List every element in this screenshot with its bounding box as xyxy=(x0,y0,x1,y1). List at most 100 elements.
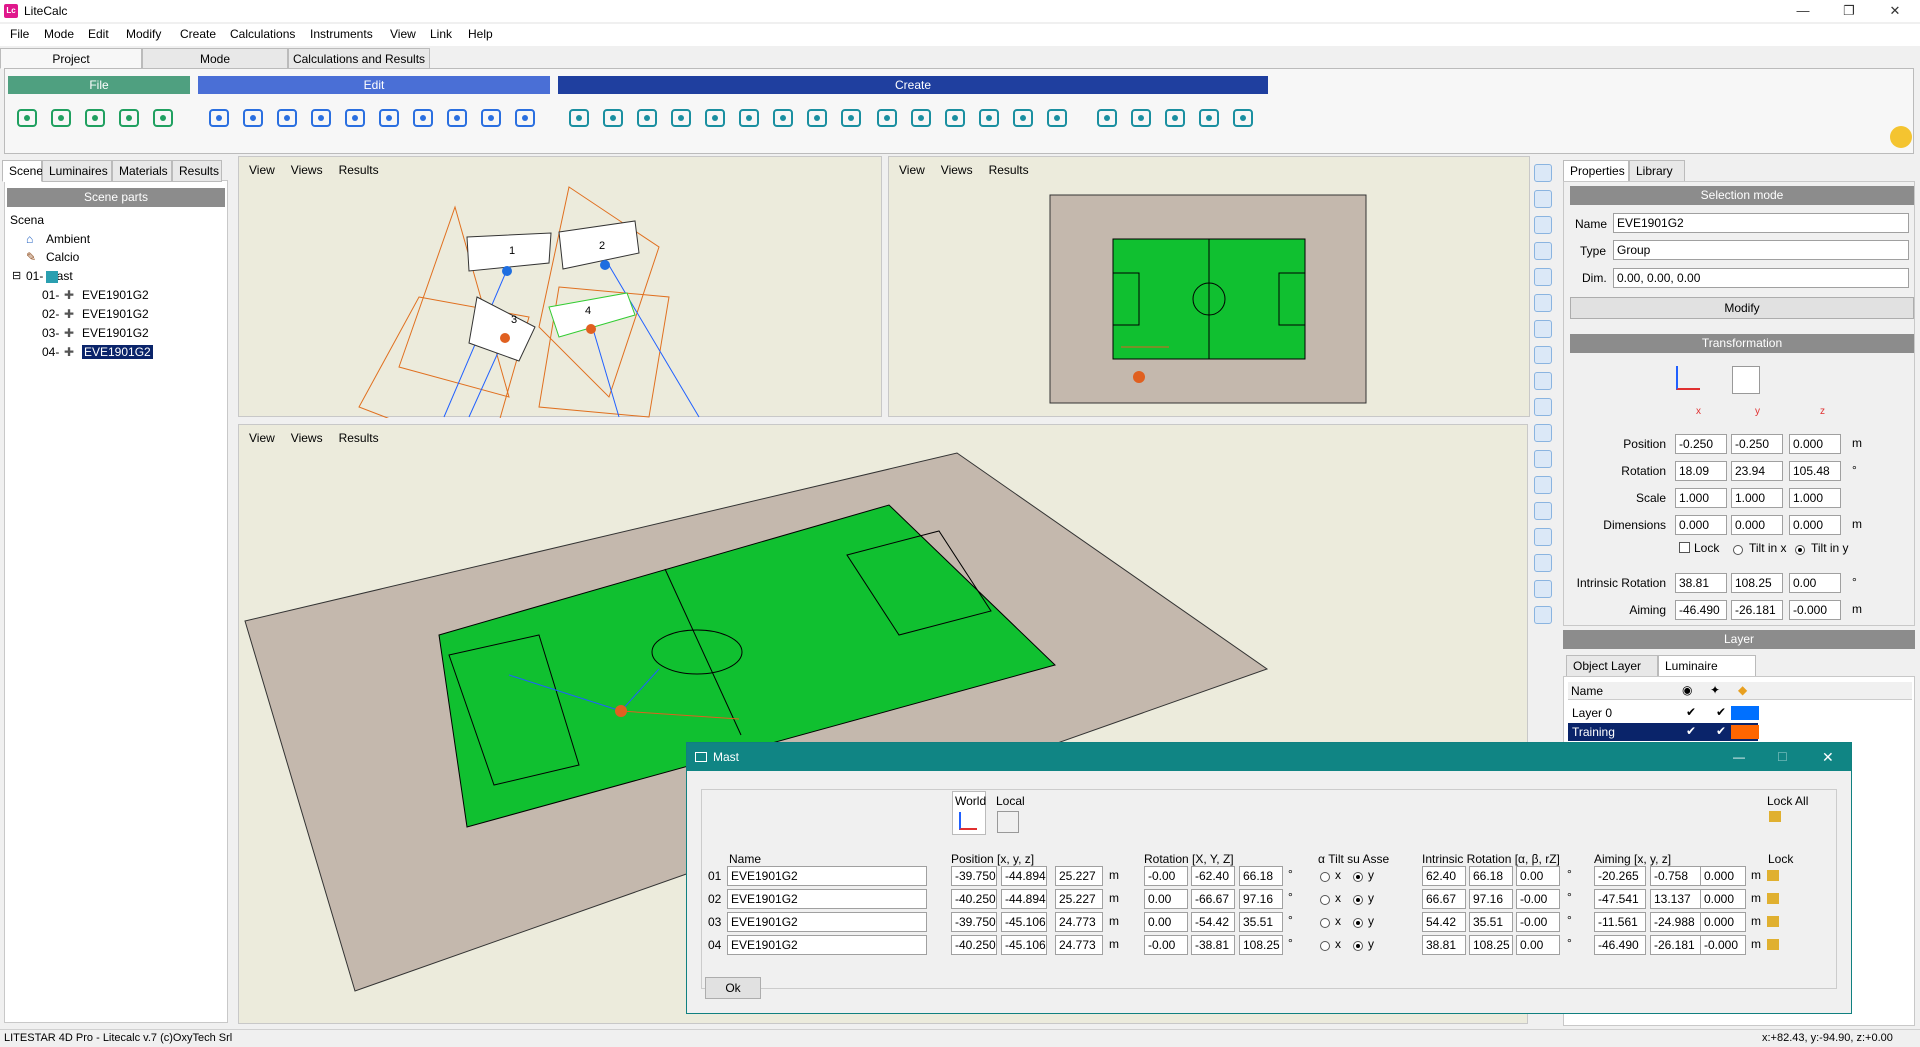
position-x-field[interactable]: -0.250 xyxy=(1675,434,1727,454)
row-aiming-x[interactable]: -46.490 xyxy=(1594,935,1646,955)
local-axes-icon[interactable] xyxy=(1732,366,1760,394)
print-icon[interactable] xyxy=(114,103,144,133)
open-folder-icon[interactable] xyxy=(46,103,76,133)
row-aiming-z[interactable]: -0.000 xyxy=(1700,935,1746,955)
view-tool-icon[interactable] xyxy=(1534,190,1552,208)
dimensions-x-field[interactable]: 0.000 xyxy=(1675,515,1727,535)
scale-y-field[interactable]: 1.000 xyxy=(1731,488,1783,508)
tab-luminaires[interactable]: Luminaires xyxy=(42,160,112,182)
menu-file[interactable]: File xyxy=(10,27,29,41)
row-rotation-x[interactable]: -0.00 xyxy=(1144,866,1188,886)
row-position-y[interactable]: -44.894 xyxy=(1001,866,1047,886)
tree-item-luminaire[interactable]: EVE1901G2 xyxy=(82,326,149,340)
new-file-icon[interactable] xyxy=(12,103,42,133)
row-intrinsic-0[interactable]: 66.67 xyxy=(1422,889,1466,909)
row-intrinsic-1[interactable]: 97.16 xyxy=(1469,889,1513,909)
restore-button[interactable]: ❐ xyxy=(1826,0,1872,22)
tree-item-luminaire[interactable]: EVE1901G2 xyxy=(82,345,153,359)
row-aiming-z[interactable]: 0.000 xyxy=(1700,889,1746,909)
polyline-icon[interactable] xyxy=(306,103,336,133)
row-position-x[interactable]: -39.750 xyxy=(951,912,997,932)
row-tilt-y-radio[interactable] xyxy=(1353,871,1363,882)
row-aiming-z[interactable]: 0.000 xyxy=(1700,912,1746,932)
local-axis-icon[interactable] xyxy=(997,811,1019,833)
dimensions-z-field[interactable]: 0.000 xyxy=(1789,515,1841,535)
pdf-icon[interactable] xyxy=(148,103,178,133)
row-aiming-x[interactable]: -11.561 xyxy=(1594,912,1646,932)
row-rotation-y[interactable]: -38.81 xyxy=(1191,935,1235,955)
tab-properties[interactable]: Properties xyxy=(1563,160,1629,182)
layer-row[interactable]: Training ✔ ✔ xyxy=(1568,723,1758,741)
layer-visible-check[interactable]: ✔ xyxy=(1686,705,1696,719)
row-tilt-x-radio[interactable] xyxy=(1320,940,1330,951)
view-tool-icon[interactable] xyxy=(1534,606,1552,624)
menu-modify[interactable]: Modify xyxy=(126,27,161,41)
arch-icon[interactable] xyxy=(802,103,832,133)
world-toggle[interactable]: World xyxy=(952,791,986,835)
row-lock-icon[interactable] xyxy=(1767,893,1779,904)
pattern-icon[interactable] xyxy=(510,103,540,133)
tower-icon[interactable] xyxy=(906,103,936,133)
menu-mode[interactable]: Mode xyxy=(44,27,74,41)
lock-checkbox[interactable] xyxy=(1679,542,1690,553)
tree-ambient[interactable]: Ambient xyxy=(46,232,90,246)
layer-color-swatch[interactable] xyxy=(1731,706,1759,720)
row-intrinsic-0[interactable]: 62.40 xyxy=(1422,866,1466,886)
row-rotation-x[interactable]: 0.00 xyxy=(1144,889,1188,909)
view-tool-icon[interactable] xyxy=(1534,164,1552,182)
row-tilt-x-radio[interactable] xyxy=(1320,871,1330,882)
scissor-icon[interactable] xyxy=(374,103,404,133)
menu-instruments[interactable]: Instruments xyxy=(310,27,373,41)
row-rotation-z[interactable]: 97.16 xyxy=(1239,889,1283,909)
grid-array-icon[interactable] xyxy=(1228,103,1258,133)
local-label[interactable]: Local xyxy=(996,794,1025,808)
ok-button[interactable]: Ok xyxy=(705,977,761,999)
row-intrinsic-2[interactable]: 0.00 xyxy=(1516,935,1560,955)
tab-results[interactable]: Results xyxy=(172,160,222,182)
row-intrinsic-2[interactable]: -0.00 xyxy=(1516,912,1560,932)
view-tool-icon[interactable] xyxy=(1534,528,1552,546)
tunnel-icon[interactable] xyxy=(836,103,866,133)
row-position-y[interactable]: -45.106 xyxy=(1001,912,1047,932)
landscape-icon[interactable] xyxy=(666,103,696,133)
view-tool-icon[interactable] xyxy=(1534,450,1552,468)
tree-expander-icon[interactable]: ⊟ xyxy=(12,269,21,282)
rotation-y-field[interactable]: 23.94 xyxy=(1731,461,1783,481)
layer-visible-check[interactable]: ✔ xyxy=(1686,724,1696,738)
row-aiming-y[interactable]: -26.181 xyxy=(1650,935,1702,955)
row-rotation-x[interactable]: 0.00 xyxy=(1144,912,1188,932)
dots-grid-icon[interactable] xyxy=(1092,103,1122,133)
select-points-icon[interactable] xyxy=(204,103,234,133)
lock-all-icon[interactable] xyxy=(1769,811,1781,822)
minimize-button[interactable]: — xyxy=(1780,0,1826,22)
road-icon[interactable] xyxy=(734,103,764,133)
row-position-z[interactable]: 25.227 xyxy=(1055,889,1103,909)
intrinsic-z-field[interactable]: 0.00 xyxy=(1789,573,1841,593)
dialog-maximize-button[interactable]: ☐ xyxy=(1777,743,1788,771)
tree-calcio[interactable]: Calcio xyxy=(46,250,79,264)
save-icon[interactable] xyxy=(80,103,110,133)
row-position-x[interactable]: -39.750 xyxy=(951,866,997,886)
text-icon[interactable] xyxy=(408,103,438,133)
row-position-y[interactable]: -45.106 xyxy=(1001,935,1047,955)
row-name-field[interactable]: EVE1901G2 xyxy=(727,866,927,886)
network-icon[interactable] xyxy=(442,103,472,133)
table-icon[interactable] xyxy=(940,103,970,133)
row-aiming-x[interactable]: -47.541 xyxy=(1594,889,1646,909)
row-position-z[interactable]: 24.773 xyxy=(1055,935,1103,955)
rectangle-select-icon[interactable] xyxy=(272,103,302,133)
row-lock-icon[interactable] xyxy=(1767,870,1779,881)
building-icon[interactable] xyxy=(632,103,662,133)
row-rotation-y[interactable]: -54.42 xyxy=(1191,912,1235,932)
view-tool-icon[interactable] xyxy=(1534,294,1552,312)
layer-color-swatch[interactable] xyxy=(1731,725,1759,739)
pole-icon[interactable] xyxy=(1008,103,1038,133)
row-rotation-z[interactable]: 66.18 xyxy=(1239,866,1283,886)
close-window-button[interactable]: ✕ xyxy=(1872,0,1918,22)
menu-view[interactable]: View xyxy=(390,27,416,41)
viewport-top-view[interactable]: View Views Results xyxy=(888,156,1530,417)
view-tool-icon[interactable] xyxy=(1534,242,1552,260)
field-icon[interactable] xyxy=(1042,103,1072,133)
row-position-x[interactable]: -40.250 xyxy=(951,889,997,909)
row-aiming-x[interactable]: -20.265 xyxy=(1594,866,1646,886)
